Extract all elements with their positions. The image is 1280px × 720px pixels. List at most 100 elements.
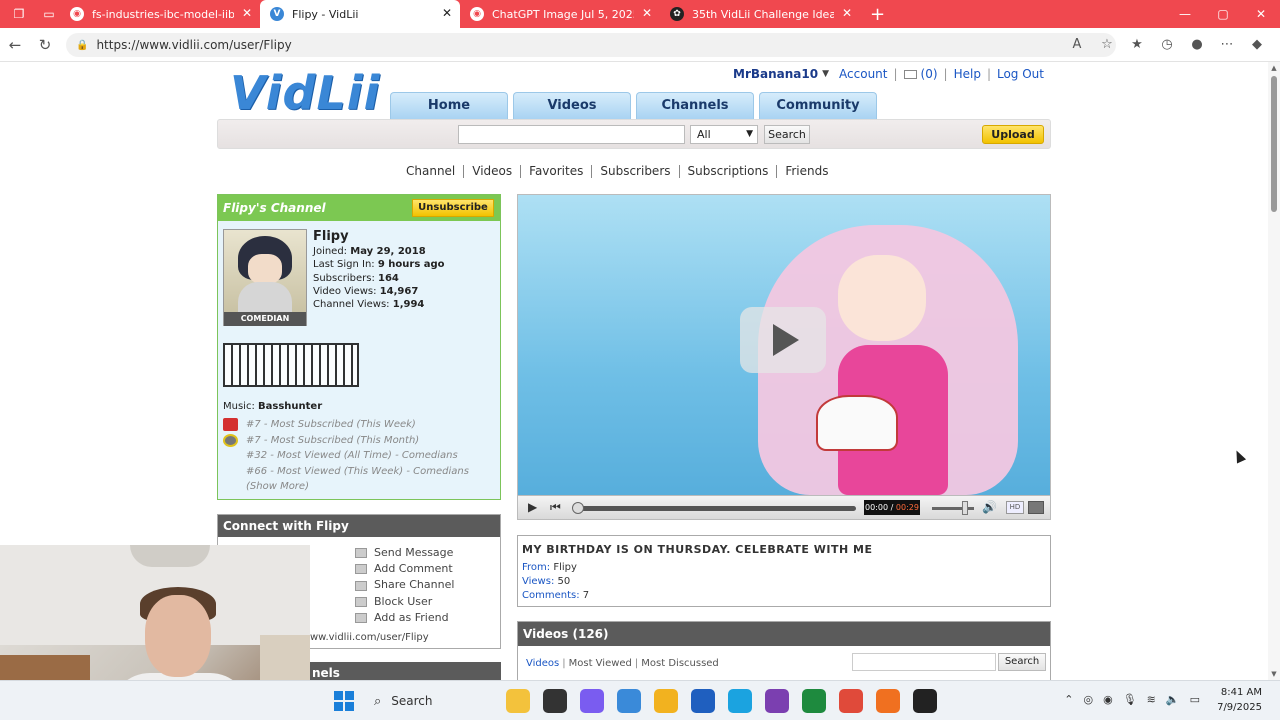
show-more-link[interactable]: (Show More) [223, 479, 469, 495]
close-tab-icon[interactable]: ✕ [842, 6, 852, 20]
video-author[interactable]: Flipy [553, 562, 577, 573]
skip-back-icon[interactable]: ⏮ [550, 500, 561, 515]
nav-tab-home[interactable]: Home [390, 92, 508, 119]
nav-tab-channels[interactable]: Channels [636, 92, 754, 119]
close-window-icon[interactable]: ✕ [1242, 0, 1280, 28]
search-category-select[interactable]: All ▼ [690, 125, 758, 144]
seek-bar[interactable] [576, 506, 856, 511]
videos-tab-most-viewed[interactable]: Most Viewed [569, 658, 632, 669]
browser-tab-1[interactable]: ◉ fs-industries-ibc-model-iibc4886 ✕ [60, 0, 260, 28]
favorites-icon[interactable]: ★ [1126, 33, 1148, 57]
fullscreen-icon[interactable] [1028, 501, 1044, 514]
share-channel-link[interactable]: Share Channel [355, 577, 454, 593]
profile-icon[interactable]: ● [1186, 33, 1208, 57]
subnav-channel[interactable]: Channel [398, 165, 465, 178]
browser-tab-4[interactable]: ✿ 35th VidLii Challenge Idea ✕ [660, 0, 860, 28]
copilot-app-icon[interactable] [580, 689, 604, 713]
notepad-icon[interactable] [617, 689, 641, 713]
browser-tab-3[interactable]: ◉ ChatGPT Image Jul 5, 2025, 08_5 ✕ [460, 0, 660, 28]
video-player[interactable]: ▶ ⏮ 00:00 / 00:29 🔊 HD [517, 194, 1051, 520]
scroll-up-icon[interactable]: ▲ [1268, 62, 1280, 74]
subnav-videos[interactable]: Videos [464, 165, 522, 178]
subnav-subscribers[interactable]: Subscribers [592, 165, 680, 178]
volume-icon[interactable]: 🔊 [982, 500, 997, 514]
battery-icon[interactable]: ▭ [1190, 693, 1200, 706]
inbox-link[interactable]: (0) [921, 67, 938, 81]
windows-start-icon[interactable] [334, 691, 354, 711]
subnav-friends[interactable]: Friends [777, 165, 836, 178]
browser-tab-2[interactable]: V Flipy - VidLii ✕ [260, 0, 460, 28]
file-explorer-icon[interactable] [654, 689, 678, 713]
outlook-icon[interactable] [765, 689, 789, 713]
upload-button[interactable]: Upload [982, 125, 1044, 144]
firefox-icon[interactable] [876, 689, 900, 713]
task-view-icon[interactable] [543, 689, 567, 713]
microphone-icon[interactable]: 🎙 [1123, 693, 1137, 706]
app-icon[interactable] [913, 689, 937, 713]
tab-actions-icon[interactable]: ▭ [38, 3, 60, 25]
help-link[interactable]: Help [954, 67, 981, 81]
videos-search-button[interactable]: Search [998, 653, 1046, 671]
reload-icon[interactable]: ↻ [30, 36, 60, 54]
channel-url[interactable]: ww.vidlii.com/user/Flipy [310, 632, 429, 643]
tray-app-icon[interactable]: ◎ [1083, 693, 1093, 706]
hd-button[interactable]: HD [1006, 501, 1024, 514]
url-field[interactable]: 🔒 https://www.vidlii.com/user/Flipy [66, 33, 1116, 57]
wifi-icon[interactable]: ≋ [1147, 693, 1156, 706]
show-more-text[interactable]: (Show More) [246, 479, 309, 495]
excel-icon[interactable] [802, 689, 826, 713]
video-title[interactable]: MY BIRTHDAY IS ON THURSDAY. CELEBRATE WI… [522, 543, 1046, 556]
favorite-star-icon[interactable]: ☆ [1096, 33, 1118, 57]
back-icon[interactable]: ← [0, 36, 30, 54]
read-aloud-icon[interactable]: A [1066, 33, 1088, 57]
add-comment-link[interactable]: Add Comment [355, 561, 454, 577]
add-friend-link[interactable]: Add as Friend [355, 610, 454, 626]
page-scrollbar[interactable]: ▲ ▼ [1268, 62, 1280, 680]
mail-icon[interactable] [903, 69, 917, 79]
workspaces-icon[interactable]: ❐ [8, 3, 30, 25]
videos-tab-most-discussed[interactable]: Most Discussed [641, 658, 719, 669]
search-input[interactable] [458, 125, 685, 144]
video-thumbnail[interactable] [518, 195, 1050, 495]
more-icon[interactable]: ⋯ [1216, 33, 1238, 57]
taskbar-search[interactable]: ⌕ Search [364, 687, 504, 715]
minimize-icon[interactable]: — [1166, 0, 1204, 28]
volume-handle[interactable] [962, 501, 968, 515]
chevron-down-icon[interactable]: ▼ [822, 69, 829, 79]
subnav-subscriptions[interactable]: Subscriptions [680, 165, 778, 178]
chrome-icon[interactable] [839, 689, 863, 713]
taskbar-clock[interactable]: 8:41 AM 7/9/2025 [1217, 685, 1262, 715]
close-tab-icon[interactable]: ✕ [242, 6, 252, 20]
videos-tab-videos[interactable]: Videos [526, 658, 559, 669]
music-value[interactable]: Basshunter [258, 401, 322, 412]
new-tab-icon[interactable]: + [870, 4, 885, 25]
vidlii-logo[interactable]: VidLii [230, 66, 380, 120]
close-tab-icon[interactable]: ✕ [642, 6, 652, 20]
nav-tab-community[interactable]: Community [759, 92, 877, 119]
tray-app-icon[interactable]: ◉ [1103, 693, 1113, 706]
tray-chevron-icon[interactable]: ⌃ [1064, 693, 1073, 706]
username-link[interactable]: MrBanana10 [733, 67, 818, 81]
avatar[interactable]: COMEDIAN [223, 229, 307, 326]
store-icon[interactable] [691, 689, 715, 713]
speaker-icon[interactable]: 🔈 [1166, 693, 1180, 706]
play-overlay-icon[interactable] [740, 307, 826, 373]
history-icon[interactable]: ◷ [1156, 33, 1178, 57]
block-user-link[interactable]: Block User [355, 594, 454, 610]
copilot-icon[interactable]: ◆ [1246, 33, 1268, 57]
seek-handle[interactable] [572, 502, 584, 514]
scroll-down-icon[interactable]: ▼ [1268, 668, 1280, 680]
scrollbar-thumb[interactable] [1271, 76, 1277, 212]
play-icon[interactable]: ▶ [528, 500, 537, 514]
unsubscribe-button[interactable]: Unsubscribe [412, 199, 494, 217]
maximize-icon[interactable]: ▢ [1204, 0, 1242, 28]
account-link[interactable]: Account [839, 67, 887, 81]
send-message-link[interactable]: Send Message [355, 545, 454, 561]
logout-link[interactable]: Log Out [997, 67, 1044, 81]
search-button[interactable]: Search [764, 125, 810, 144]
nav-tab-videos[interactable]: Videos [513, 92, 631, 119]
videos-search-input[interactable] [852, 653, 996, 671]
widgets-icon[interactable] [506, 689, 530, 713]
close-tab-icon[interactable]: ✕ [442, 6, 452, 20]
edge-icon[interactable] [728, 689, 752, 713]
